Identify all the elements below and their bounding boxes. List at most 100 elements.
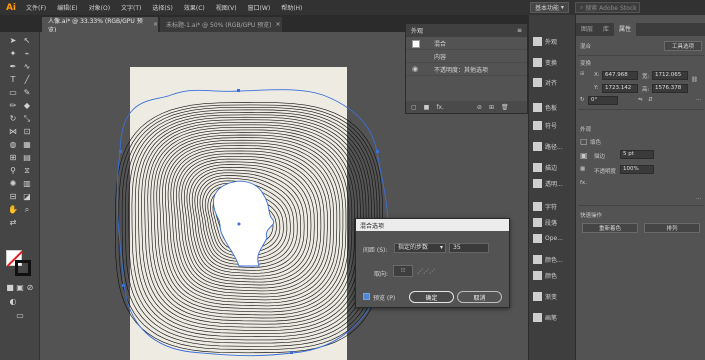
dock-item[interactable]: Ope...: [533, 234, 563, 243]
width-tool-icon[interactable]: ⋈: [7, 126, 19, 137]
align-to-page-icon[interactable]: ⫶⫶⫶: [393, 265, 413, 277]
dock-item[interactable]: 路径...: [533, 142, 563, 151]
stroke-weight-field[interactable]: 5 pt: [620, 150, 654, 159]
rotate-tool-icon[interactable]: ↻: [7, 113, 19, 124]
paintbrush-tool-icon[interactable]: ✎: [21, 87, 33, 98]
appearance-row-opacity[interactable]: ◉ 不透明度：其他选项: [406, 63, 527, 76]
curvature-tool-icon[interactable]: ∿: [21, 61, 33, 72]
eraser-tool-icon[interactable]: ◆: [21, 100, 33, 111]
rectangle-tool-icon[interactable]: ▭: [7, 87, 19, 98]
steps-input[interactable]: 35: [449, 243, 489, 253]
pen-tool-icon[interactable]: ✒: [7, 61, 19, 72]
dock-item[interactable]: 画笔: [533, 313, 557, 322]
dock-item[interactable]: 字符: [533, 202, 557, 211]
fill-swatch-icon[interactable]: ▢: [580, 137, 588, 146]
menu-item[interactable]: 帮助(H): [281, 3, 302, 12]
type-tool-icon[interactable]: T: [7, 74, 19, 85]
gradient-tool-icon[interactable]: ▤: [21, 152, 33, 163]
pencil-tool-icon[interactable]: ✏: [7, 100, 19, 111]
dock-item[interactable]: 变换: [533, 58, 557, 67]
scale-tool-icon[interactable]: ⤡: [21, 113, 33, 124]
more-options-icon[interactable]: ···: [696, 196, 701, 202]
height-field[interactable]: 1576.378: [652, 84, 688, 93]
mesh-tool-icon[interactable]: ⊞: [7, 152, 19, 163]
add-stroke-icon[interactable]: ▢: [411, 104, 417, 111]
panel-menu-icon[interactable]: ≡: [517, 27, 522, 34]
align-to-path-icon[interactable]: ⋰⋰⋰: [416, 265, 436, 277]
dock-item[interactable]: 对齐: [533, 78, 557, 87]
none-mode-icon[interactable]: ⊘: [24, 282, 36, 293]
workspace-switcher[interactable]: 基本功能 ▾: [530, 2, 569, 13]
line-tool-icon[interactable]: ╱: [21, 74, 33, 85]
menu-item[interactable]: 选择(S): [152, 3, 173, 12]
tab-properties[interactable]: 属性: [614, 23, 637, 36]
close-icon[interactable]: ×: [276, 21, 281, 28]
dock-item[interactable]: 色板: [533, 103, 557, 112]
lasso-tool-icon[interactable]: ⌁: [21, 48, 33, 59]
arrange-button[interactable]: 排列: [644, 223, 700, 233]
magic-wand-tool-icon[interactable]: ✦: [7, 48, 19, 59]
angle-field[interactable]: 0°: [588, 96, 618, 105]
shape-builder-tool-icon[interactable]: ◍: [7, 139, 19, 150]
trash-icon[interactable]: 🗑: [501, 104, 509, 111]
constrain-proportions-icon[interactable]: ⛓: [691, 77, 698, 83]
close-icon[interactable]: ×: [153, 21, 158, 28]
appearance-row-contents[interactable]: 内容: [406, 50, 527, 63]
free-transform-tool-icon[interactable]: ⊡: [21, 126, 33, 137]
direct-selection-tool-icon[interactable]: ↖: [21, 35, 33, 46]
opacity-field[interactable]: 100%: [620, 165, 654, 174]
tab-libraries[interactable]: 库: [598, 23, 614, 36]
fx-button[interactable]: fx.: [580, 180, 587, 186]
cancel-button[interactable]: 取消: [457, 291, 502, 303]
appearance-row-blend[interactable]: 混合: [406, 37, 527, 50]
clear-appearance-icon[interactable]: ⊘: [477, 104, 482, 111]
screen-mode-icon[interactable]: ▭: [14, 310, 26, 321]
dock-item[interactable]: 渐变: [533, 292, 557, 301]
zoom-tool-icon[interactable]: ⌕: [21, 204, 33, 215]
tab-untitled[interactable]: 未标题-1.ai* @ 50% (RGB/GPU 预览) ×: [160, 17, 282, 32]
eyedropper-tool-icon[interactable]: ⚲: [7, 165, 19, 176]
slice-tool-icon[interactable]: ◪: [21, 191, 33, 202]
graph-tool-icon[interactable]: ▥: [21, 178, 33, 189]
hand-tool-icon[interactable]: ✋: [7, 204, 19, 215]
tool-options-button[interactable]: 工具选项: [664, 41, 702, 51]
dock-item[interactable]: 颜色: [533, 271, 557, 280]
width-field[interactable]: 1712.065: [652, 71, 688, 80]
menu-item[interactable]: 编辑(E): [57, 3, 77, 12]
menu-item[interactable]: 文字(T): [121, 3, 141, 12]
more-options-icon[interactable]: ···: [696, 97, 701, 103]
stock-search-input[interactable]: ⌕ 搜索 Adobe Stock: [574, 2, 640, 13]
symbol-sprayer-tool-icon[interactable]: ✺: [7, 178, 19, 189]
spacing-mode-select[interactable]: 指定的步数 ▾: [394, 243, 446, 253]
flip-horizontal-icon[interactable]: ⇋: [638, 97, 643, 103]
dock-item[interactable]: 透明...: [533, 179, 563, 188]
tab-portrait[interactable]: 人像.ai* @ 33.33% (RGB/GPU 预览) ×: [42, 17, 158, 34]
dock-item[interactable]: 段落: [533, 218, 557, 227]
flip-vertical-icon[interactable]: ⇵: [648, 97, 653, 103]
eye-icon[interactable]: ◉: [412, 65, 418, 73]
blend-tool-icon[interactable]: ⧖: [21, 165, 33, 176]
reference-point-icon[interactable]: ⊞: [580, 71, 585, 77]
dock-item[interactable]: 描边: [533, 163, 557, 172]
menu-item[interactable]: 对象(O): [89, 3, 110, 12]
menu-item[interactable]: 文件(F): [26, 3, 46, 12]
ok-button[interactable]: 确定: [409, 291, 454, 303]
draw-mode-icon[interactable]: ◐: [7, 296, 19, 307]
stroke-color-chip[interactable]: [15, 260, 31, 276]
menu-item[interactable]: 窗口(W): [248, 3, 271, 12]
add-fill-icon[interactable]: ■: [424, 104, 430, 111]
artboard-tool-icon[interactable]: ⊟: [7, 191, 19, 202]
duplicate-item-icon[interactable]: ⊞: [489, 104, 494, 111]
dock-item[interactable]: 颜色...: [533, 255, 563, 264]
dock-item[interactable]: 外观: [533, 37, 557, 46]
preview-checkbox[interactable]: [363, 293, 370, 300]
selection-tool-icon[interactable]: ➤: [7, 35, 19, 46]
x-field[interactable]: 647.968: [602, 71, 638, 80]
stroke-swatch-icon[interactable]: ▣: [580, 151, 588, 160]
dock-item[interactable]: 符号: [533, 121, 557, 130]
perspective-grid-tool-icon[interactable]: ▦: [21, 139, 33, 150]
menu-item[interactable]: 视图(V): [216, 3, 237, 12]
swap-colors-icon[interactable]: ⇄: [7, 217, 19, 228]
recolor-button[interactable]: 重新着色: [582, 223, 638, 233]
menu-item[interactable]: 效果(C): [184, 3, 205, 12]
